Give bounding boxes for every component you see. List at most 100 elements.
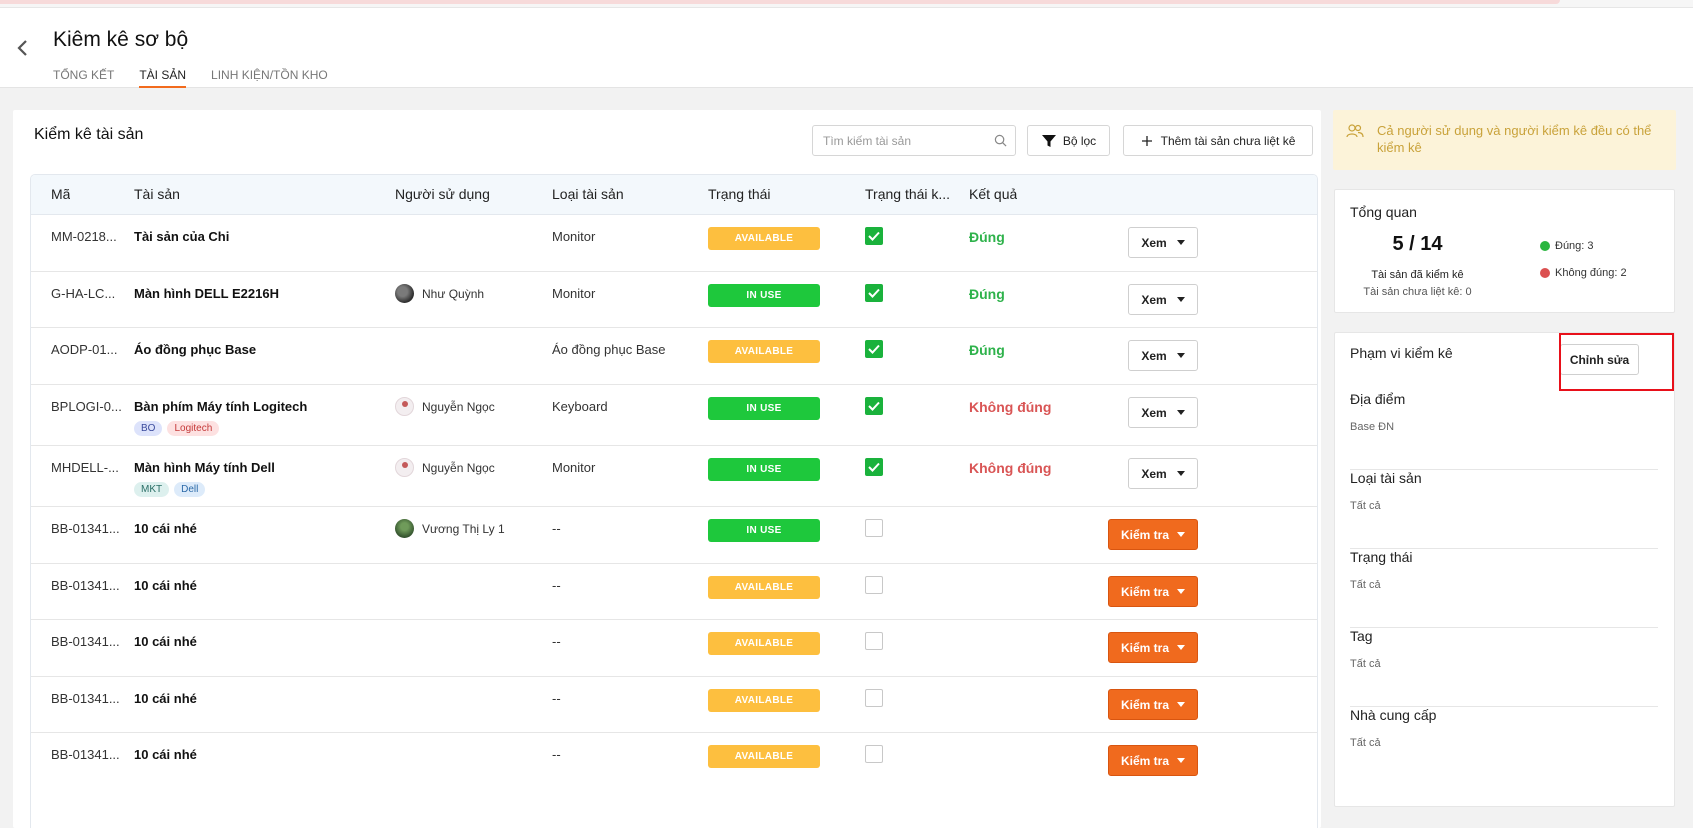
caret-down-icon	[1176, 471, 1185, 476]
status-badge: AVAILABLE	[708, 340, 820, 363]
check-icon	[868, 462, 880, 472]
tab-components[interactable]: LINH KIỆN/TỒN KHO	[211, 60, 328, 88]
column-header-type[interactable]: Loại tài sản	[552, 186, 624, 202]
asset-user: Như Quỳnh	[395, 284, 555, 303]
check-button[interactable]: Kiểm tra	[1108, 576, 1198, 607]
caret-down-icon	[1176, 240, 1185, 245]
asset-name[interactable]: 10 cái nhé	[134, 521, 394, 536]
green-dot-icon	[1540, 241, 1550, 251]
checked-checkbox[interactable]	[865, 397, 883, 415]
scope-card: Phạm vi kiểm kê Chỉnh sửa Địa điểm Base …	[1334, 332, 1675, 807]
check-button[interactable]: Kiểm tra	[1108, 632, 1198, 663]
user-name: Nguyễn Ngọc	[422, 399, 495, 414]
avatar	[395, 284, 414, 303]
unchecked-checkbox[interactable]	[865, 519, 883, 537]
checked-checkbox[interactable]	[865, 340, 883, 358]
tab-summary[interactable]: TỔNG KẾT	[53, 60, 114, 88]
checked-checkbox[interactable]	[865, 284, 883, 302]
tag-chip[interactable]: MKT	[134, 482, 170, 497]
scope-item-tag: Tag Tất cả	[1350, 628, 1658, 707]
asset-name[interactable]: Bàn phím Máy tính Logitech	[134, 399, 394, 414]
asset-name[interactable]: 10 cái nhé	[134, 747, 394, 762]
scope-item-label: Nhà cung cấp	[1350, 707, 1437, 723]
avatar	[395, 519, 414, 538]
tag-chip[interactable]: Logitech	[167, 421, 220, 436]
column-header-asset[interactable]: Tài sản	[134, 186, 180, 202]
asset-name[interactable]: 10 cái nhé	[134, 691, 394, 706]
asset-code: BB-01341...	[51, 521, 120, 536]
asset-name[interactable]: 10 cái nhé	[134, 634, 394, 649]
asset-code: BB-01341...	[51, 578, 120, 593]
asset-name[interactable]: Tài sản của Chi	[134, 229, 394, 244]
checked-checkbox[interactable]	[865, 458, 883, 476]
table-row[interactable]: BB-01341... 10 cái nhé -- AVAILABLE Kiểm…	[31, 564, 1317, 620]
add-unlisted-asset-button[interactable]: Thêm tài sản chưa liệt kê	[1123, 125, 1313, 156]
tag-chip[interactable]: BO	[134, 421, 163, 436]
view-button[interactable]: Xem	[1128, 284, 1198, 315]
legend-incorrect-text: Không đúng: 2	[1555, 267, 1627, 279]
view-button[interactable]: Xem	[1128, 227, 1198, 258]
unchecked-checkbox[interactable]	[865, 689, 883, 707]
column-header-status[interactable]: Trạng thái	[708, 186, 771, 202]
asset-name[interactable]: Màn hình DELL E2216H	[134, 286, 394, 301]
browser-top-strip	[0, 0, 1693, 8]
scope-item-value: Tất cả	[1350, 737, 1381, 749]
checked-checkbox[interactable]	[865, 227, 883, 245]
table-row[interactable]: BB-01341... 10 cái nhé -- AVAILABLE Kiểm…	[31, 677, 1317, 733]
asset-type: Monitor	[552, 286, 596, 301]
column-header-user[interactable]: Người sử dụng	[395, 186, 490, 202]
view-button[interactable]: Xem	[1128, 340, 1198, 371]
unchecked-checkbox[interactable]	[865, 632, 883, 650]
red-dot-icon	[1540, 268, 1550, 278]
check-button[interactable]: Kiểm tra	[1108, 745, 1198, 776]
tag-chip[interactable]: Dell	[174, 482, 206, 497]
filter-button[interactable]: Bộ lọc	[1027, 125, 1110, 156]
table-row[interactable]: BB-01341... 10 cái nhé -- AVAILABLE Kiểm…	[31, 620, 1317, 677]
asset-code: BB-01341...	[51, 691, 120, 706]
status-badge: IN USE	[708, 519, 820, 542]
table-row[interactable]: AODP-01... Áo đồng phục Base Áo đồng phụ…	[31, 328, 1317, 385]
result-text: Đúng	[969, 229, 1005, 245]
check-button[interactable]: Kiểm tra	[1108, 519, 1198, 550]
overview-card: Tổng quan 5 / 14 Tài sản đã kiểm kê Tài …	[1334, 189, 1675, 313]
user-name: Như Quỳnh	[422, 286, 485, 301]
scope-item-location: Địa điểm Base ĐN	[1350, 391, 1658, 470]
check-icon	[868, 344, 880, 354]
column-header-code[interactable]: Mã	[51, 186, 70, 202]
scope-item-value: Base ĐN	[1350, 421, 1395, 433]
asset-name[interactable]: Màn hình Máy tính Dell	[134, 460, 394, 475]
tab-assets[interactable]: TÀI SẢN	[139, 60, 187, 88]
table-row[interactable]: BB-01341... 10 cái nhé Vương Thị Ly 1 --…	[31, 507, 1317, 564]
asset-name[interactable]: Áo đồng phục Base	[134, 342, 394, 357]
back-button[interactable]	[16, 30, 38, 62]
page-header: Kiêm kê sơ bộ TỔNG KẾT TÀI SẢN LINH KIỆN…	[0, 8, 1693, 88]
unchecked-checkbox[interactable]	[865, 576, 883, 594]
table-row[interactable]: BB-01341... 10 cái nhé -- AVAILABLE Kiểm…	[31, 733, 1317, 793]
asset-name[interactable]: 10 cái nhé	[134, 578, 394, 593]
search-icon[interactable]	[994, 134, 1007, 147]
column-header-result[interactable]: Kết quả	[969, 186, 1017, 202]
view-label: Xem	[1141, 466, 1167, 481]
check-button[interactable]: Kiểm tra	[1108, 689, 1198, 720]
column-header-check-status[interactable]: Trạng thái k...	[865, 186, 953, 202]
table-row[interactable]: MM-0218... Tài sản của Chi Monitor AVAIL…	[31, 215, 1317, 272]
edit-scope-button[interactable]: Chỉnh sửa	[1560, 344, 1639, 375]
asset-user: Nguyễn Ngọc	[395, 458, 555, 477]
table-row[interactable]: MHDELL-... Màn hình Máy tính Dell MKT De…	[31, 446, 1317, 507]
table-row[interactable]: BPLOGI-0... Bàn phím Máy tính Logitech B…	[31, 385, 1317, 446]
asset-tags: BO Logitech	[134, 421, 220, 436]
search-input[interactable]	[813, 126, 973, 155]
view-button[interactable]: Xem	[1128, 397, 1198, 428]
unchecked-checkbox[interactable]	[865, 745, 883, 763]
caret-down-icon	[1177, 702, 1186, 707]
view-button[interactable]: Xem	[1128, 458, 1198, 489]
table-row[interactable]: G-HA-LC... Màn hình DELL E2216H Như Quỳn…	[31, 272, 1317, 328]
caret-down-icon	[1176, 353, 1185, 358]
avatar	[395, 397, 414, 416]
user-name: Vương Thị Ly 1	[422, 521, 505, 536]
scope-item-status: Trạng thái Tất cả	[1350, 549, 1658, 628]
asset-tags: MKT Dell	[134, 482, 206, 497]
asset-type: Keyboard	[552, 399, 608, 414]
asset-code: G-HA-LC...	[51, 286, 116, 301]
asset-type: --	[552, 521, 561, 536]
